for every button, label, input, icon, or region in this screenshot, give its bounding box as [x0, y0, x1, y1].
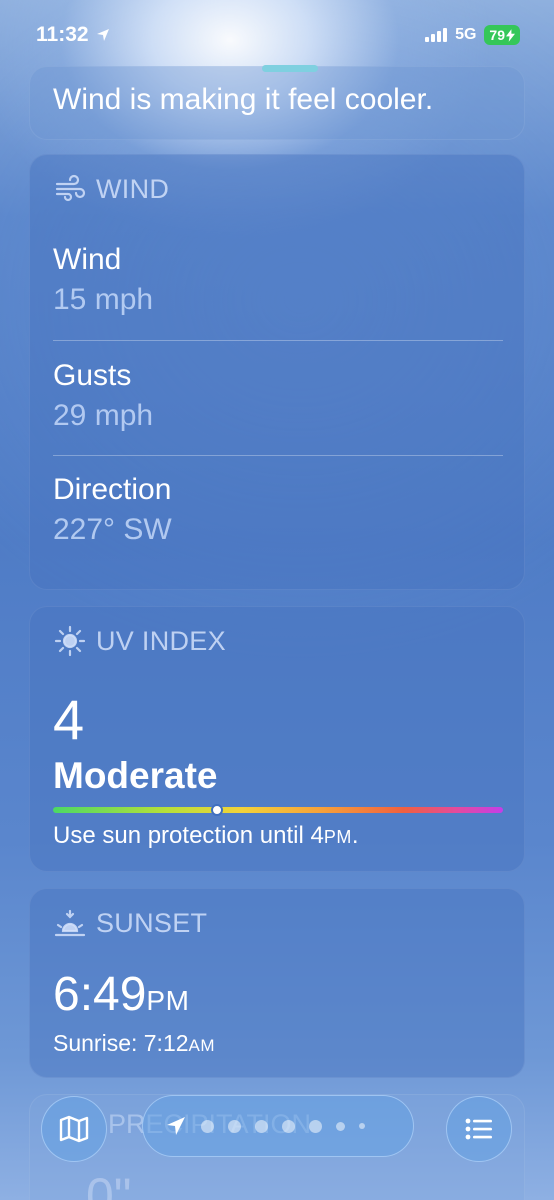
- list-icon: [465, 1118, 492, 1140]
- sunset-card-title: SUNSET: [96, 907, 208, 938]
- uv-advice-text: Use sun protection until 4: [53, 822, 324, 849]
- divider: [53, 340, 503, 341]
- feels-like-text: Wind is making it feel cooler.: [53, 83, 434, 116]
- card-notch: [262, 65, 318, 72]
- location-arrow-icon: [167, 1117, 185, 1135]
- sun-icon: [54, 625, 86, 657]
- sunset-time-value: 6:49: [53, 968, 147, 1021]
- sunset-time-ampm: PM: [146, 985, 190, 1016]
- battery-level: 79: [489, 27, 505, 43]
- page-dot[interactable]: [228, 1119, 241, 1133]
- page-dot[interactable]: [359, 1123, 365, 1129]
- uv-card-header: UV INDEX: [54, 625, 226, 657]
- uv-advice-end: .: [351, 822, 359, 849]
- direction-label: Direction: [53, 473, 172, 506]
- uv-level-label: Moderate: [53, 755, 218, 796]
- wind-row-direction: Direction 227° SW: [53, 473, 503, 547]
- direction-value: 227° SW: [53, 513, 172, 546]
- wind-card-title: WIND: [96, 173, 170, 204]
- map-button[interactable]: [41, 1096, 107, 1162]
- page-dot[interactable]: [201, 1119, 214, 1133]
- sunset-card-header: SUNSET: [54, 907, 207, 939]
- location-services-icon: [96, 29, 109, 41]
- location-list-button[interactable]: [446, 1096, 512, 1162]
- feels-like-card[interactable]: Wind is making it feel cooler.: [29, 65, 525, 140]
- wind-row-gusts: Gusts 29 mph: [53, 359, 503, 433]
- uv-advice-ampm: PM: [323, 827, 352, 847]
- gusts-label: Gusts: [53, 359, 132, 392]
- map-icon: [59, 1115, 89, 1143]
- sunrise-ampm: AM: [188, 1036, 216, 1055]
- wind-icon: [55, 174, 86, 202]
- sunrise-info: Sunrise: 7:12AM: [53, 1030, 215, 1057]
- wind-speed-label: Wind: [53, 243, 122, 276]
- uv-advice: Use sun protection until 4PM.: [53, 822, 359, 850]
- status-time: 11:32: [36, 23, 111, 47]
- battery-indicator: 79: [484, 25, 520, 45]
- page-dot[interactable]: [255, 1119, 268, 1133]
- location-page-indicator[interactable]: [142, 1095, 414, 1157]
- sunset-card[interactable]: SUNSET 6:49PM Sunrise: 7:12AM: [29, 888, 525, 1078]
- page-dot[interactable]: [309, 1119, 322, 1133]
- uv-index-card[interactable]: UV INDEX 4 Moderate Use sun protection u…: [29, 606, 525, 872]
- charging-bolt-icon: [506, 28, 515, 42]
- wind-row-speed: Wind 15 mph: [53, 243, 503, 317]
- sunrise-label: Sunrise: 7:12: [53, 1030, 189, 1056]
- divider: [53, 455, 503, 456]
- network-type: 5G: [455, 26, 477, 43]
- status-bar: 11:32 5G 79: [0, 0, 554, 70]
- uv-index-value: 4: [53, 688, 85, 751]
- sunset-time: 6:49PM: [53, 967, 189, 1022]
- wind-speed-value: 15 mph: [53, 283, 154, 316]
- status-indicators: 5G 79: [425, 25, 520, 45]
- wind-card-header: WIND: [54, 173, 169, 205]
- gusts-value: 29 mph: [53, 399, 154, 432]
- uv-scale-bar: [53, 804, 503, 816]
- wind-card[interactable]: WIND Wind 15 mph Gusts 29 mph Direction …: [29, 154, 525, 590]
- time-label: 11:32: [36, 23, 89, 46]
- precipitation-value: 0": [86, 1168, 132, 1200]
- cellular-signal-icon: [425, 28, 448, 42]
- page-dot[interactable]: [282, 1119, 295, 1133]
- page-dot[interactable]: [336, 1121, 345, 1131]
- uv-scale-indicator: [210, 804, 223, 816]
- sunset-icon: [54, 909, 86, 937]
- uv-card-title: UV INDEX: [96, 625, 226, 656]
